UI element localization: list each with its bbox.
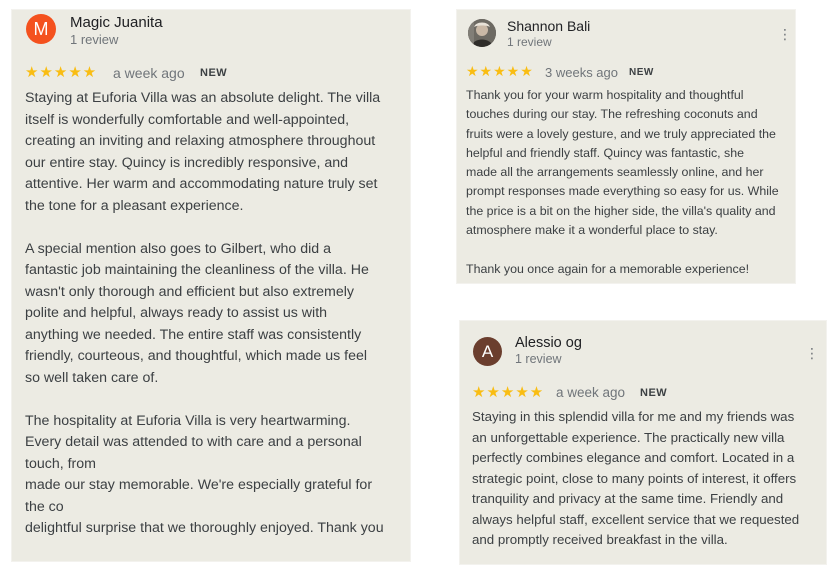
reviewer-review-count: 1 review — [507, 35, 552, 49]
more-options-icon[interactable]: ⋮ — [805, 346, 819, 360]
reviewer-name[interactable]: Alessio og — [515, 335, 582, 351]
reviewer-review-count: 1 review — [515, 352, 562, 366]
reviewer-review-count: 1 review — [70, 32, 119, 47]
review-card-magic-juanita: M Magic Juanita 1 review ★★★★★ a week ag… — [11, 9, 411, 562]
review-text: Staying at Euforia Villa was an absolute… — [25, 90, 384, 536]
star-rating: ★★★★★ — [472, 384, 545, 401]
review-card-alessio-og: A Alessio og 1 review ⋮ ★★★★★ a week ago… — [459, 320, 827, 565]
review-time: a week ago — [113, 65, 185, 81]
reviewer-name[interactable]: Magic Juanita — [70, 14, 163, 31]
star-rating: ★★★★★ — [466, 63, 534, 79]
review-time: 3 weeks ago — [545, 65, 618, 80]
star-rating: ★★★★★ — [25, 64, 98, 81]
review-text: Thank you for your warm hospitality and … — [466, 88, 779, 276]
new-badge: NEW — [640, 387, 668, 399]
reviewer-avatar[interactable]: M — [26, 14, 56, 44]
new-badge: NEW — [200, 67, 228, 79]
reviewer-avatar[interactable]: A — [473, 337, 502, 366]
review-text: Staying in this splendid villa for me an… — [472, 409, 800, 547]
profile-photo-icon — [468, 19, 496, 47]
reviewer-name[interactable]: Shannon Bali — [507, 18, 590, 34]
new-badge: NEW — [629, 67, 654, 78]
review-time: a week ago — [556, 385, 626, 400]
more-options-icon[interactable]: ⋮ — [778, 27, 792, 41]
review-card-shannon-bali: Shannon Bali 1 review ⋮ ★★★★★ 3 weeks ag… — [456, 9, 796, 284]
reviewer-avatar[interactable] — [468, 19, 496, 47]
